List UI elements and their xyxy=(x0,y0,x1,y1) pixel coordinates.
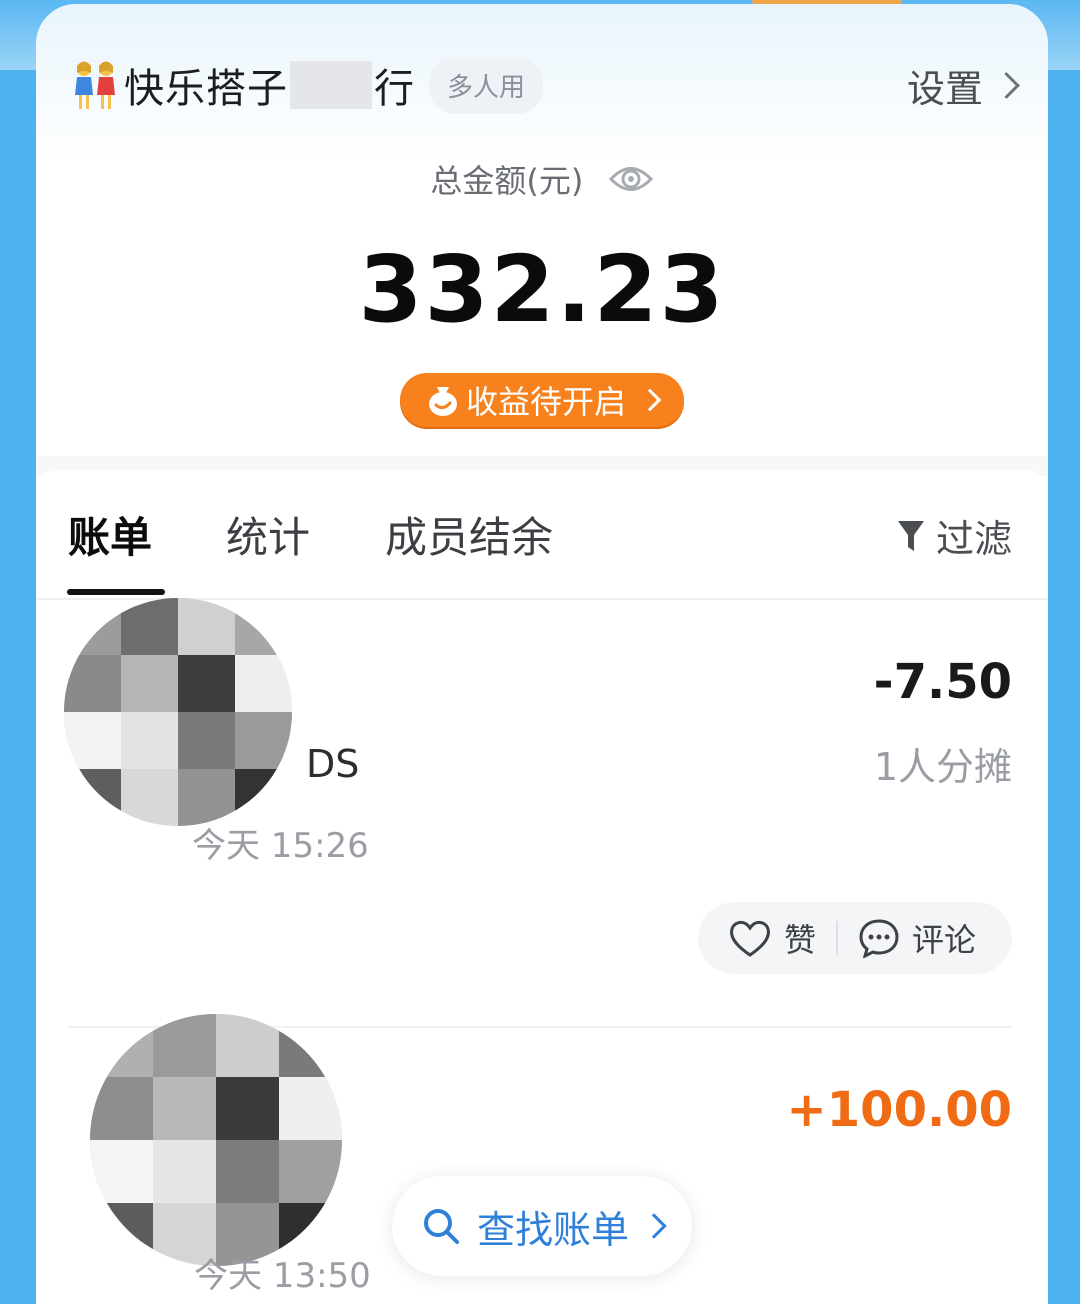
multi-user-badge: 多人用 xyxy=(429,56,544,114)
transaction-time: 今天 13:50 xyxy=(194,1256,371,1296)
settings-label: 设置 xyxy=(906,67,983,111)
filter-button[interactable]: 过滤 xyxy=(896,508,1012,563)
earnings-label: 收益待开启 xyxy=(465,383,626,421)
total-amount: 332.23 xyxy=(358,236,726,343)
chevron-right-icon xyxy=(993,72,1020,99)
find-bills-label: 查找账单 xyxy=(476,1207,629,1252)
tab-bills[interactable]: 账单 xyxy=(68,504,152,565)
comment-label: 评论 xyxy=(912,921,977,959)
comment-bubble-icon xyxy=(859,919,899,958)
avatar[interactable] xyxy=(64,598,292,826)
tab-bar: 账单 统计 成员结余 过滤 xyxy=(36,504,1048,600)
chevron-right-icon xyxy=(638,388,662,412)
settings-link[interactable]: 设置 xyxy=(906,58,1020,113)
total-amount-label-row: 总金额(元) xyxy=(36,156,1048,204)
filter-label: 过滤 xyxy=(935,517,1012,561)
like-label: 赞 xyxy=(784,921,817,959)
chevron-right-icon xyxy=(641,1213,667,1239)
transaction-amount: -7.50 xyxy=(873,654,1012,710)
split-info: 1人分摊 xyxy=(873,745,1012,789)
earnings-button[interactable]: 收益待开启 xyxy=(400,373,684,427)
action-separator xyxy=(836,921,839,955)
search-icon xyxy=(423,1209,459,1244)
heart-icon xyxy=(730,921,770,957)
money-bag-icon xyxy=(426,383,460,417)
active-tab-indicator xyxy=(67,589,165,595)
find-bills-button[interactable]: 查找账单 xyxy=(392,1176,692,1276)
ledger-title-suffix: 行 xyxy=(374,66,415,112)
ledger-title-prefix: 快乐搭子 xyxy=(124,66,288,112)
avatar[interactable] xyxy=(90,1014,342,1266)
merchant-name: DS xyxy=(306,742,360,786)
redacted-title-part xyxy=(290,61,372,109)
tab-member-balance[interactable]: 成员结余 xyxy=(385,504,553,565)
ledger-card: 快乐搭子 行 多人用 设置 总金额(元) 332.23 收益待开启 账单 统计 … xyxy=(36,4,1048,1304)
like-button[interactable]: 赞 xyxy=(728,915,816,961)
two-women-icon xyxy=(72,59,118,111)
ledger-title[interactable]: 快乐搭子 行 多人用 xyxy=(72,56,544,114)
comment-button[interactable]: 评论 xyxy=(858,915,976,961)
transaction-time: 今天 15:26 xyxy=(192,826,369,866)
filter-funnel-icon xyxy=(897,520,924,551)
eye-icon[interactable] xyxy=(608,162,654,204)
total-amount-label: 总金额(元) xyxy=(430,162,584,200)
transaction-amount: +100.00 xyxy=(786,1082,1012,1138)
transaction-actions: 赞 评论 xyxy=(698,902,1012,974)
tab-statistics[interactable]: 统计 xyxy=(226,504,310,565)
